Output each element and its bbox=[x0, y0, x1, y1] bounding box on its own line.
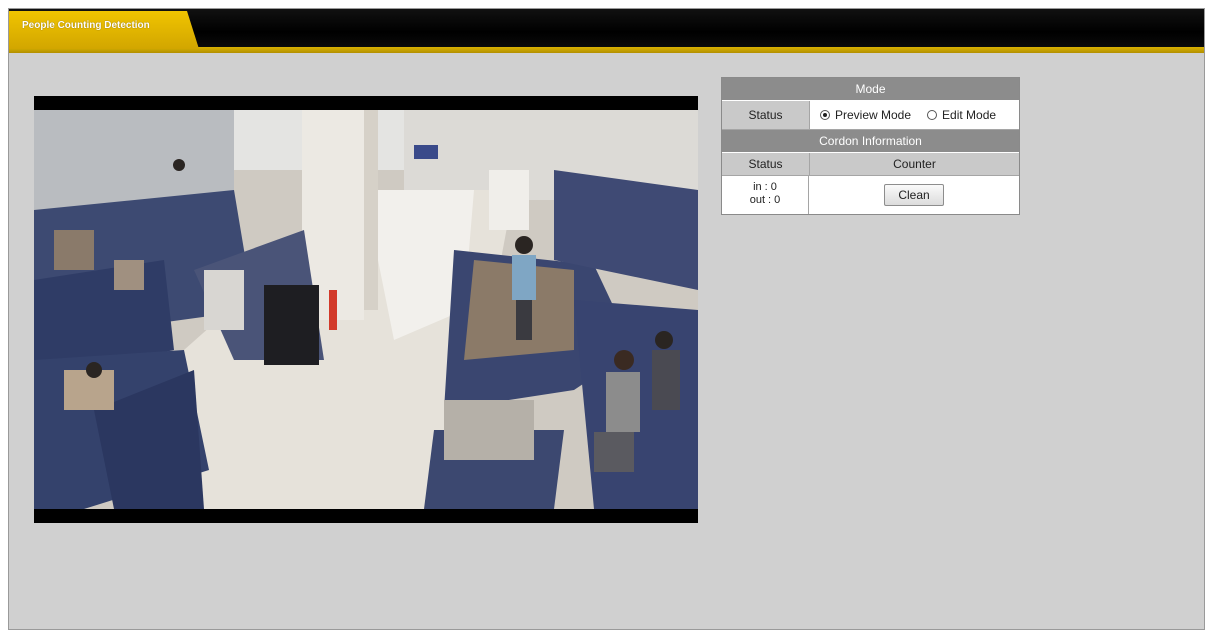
cordon-columns: Status Counter bbox=[722, 153, 1019, 176]
out-count: out : 0 bbox=[749, 194, 781, 206]
edit-mode-radio[interactable] bbox=[927, 110, 938, 120]
col-counter: Counter bbox=[810, 153, 1019, 175]
clean-button[interactable]: Clean bbox=[884, 184, 944, 206]
counter-row: in : 0 out : 0 Clean bbox=[722, 176, 1019, 214]
mode-options: Preview Mode Edit Mode bbox=[810, 101, 1019, 129]
col-status: Status bbox=[722, 153, 810, 175]
status-label: Status bbox=[722, 101, 810, 129]
camera-image bbox=[34, 110, 698, 509]
mode-row: Status Preview Mode Edit Mode bbox=[722, 101, 1019, 130]
preview-mode-option[interactable]: Preview Mode bbox=[820, 108, 911, 122]
mode-header: Mode bbox=[722, 78, 1019, 101]
edit-mode-label: Edit Mode bbox=[942, 108, 997, 122]
tab-label: People Counting Detection bbox=[22, 20, 150, 31]
edit-mode-option[interactable]: Edit Mode bbox=[927, 108, 996, 122]
preview-mode-radio[interactable] bbox=[820, 110, 830, 120]
preview-mode-label: Preview Mode bbox=[835, 108, 912, 122]
main-frame: People Counting Detection Mode Status Pr… bbox=[8, 8, 1205, 630]
camera-view bbox=[34, 96, 698, 523]
mode-panel: Mode Status Preview Mode Edit Mode Cordo… bbox=[721, 77, 1020, 215]
in-count: in : 0 bbox=[753, 181, 777, 193]
count-values: in : 0 out : 0 bbox=[722, 176, 809, 214]
counter-actions: Clean bbox=[809, 176, 1019, 214]
cordon-header: Cordon Information bbox=[722, 130, 1019, 153]
tab-people-counting[interactable]: People Counting Detection bbox=[9, 11, 199, 49]
